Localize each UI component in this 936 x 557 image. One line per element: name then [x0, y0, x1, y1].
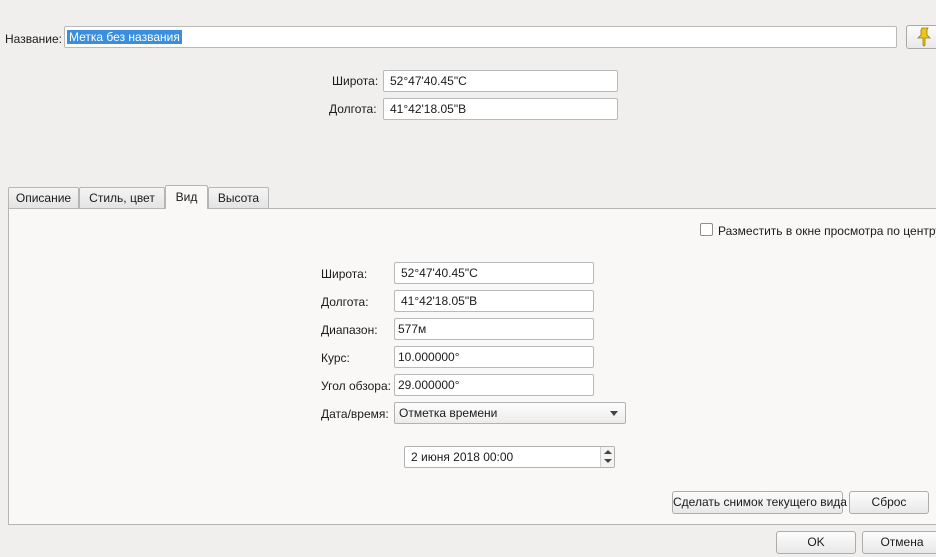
tab-view[interactable]: Вид — [165, 185, 208, 209]
view-longitude-label: Долгота: — [321, 295, 369, 309]
heading-input[interactable]: 10.000000° — [394, 346, 594, 368]
spin-up-icon[interactable] — [604, 450, 612, 454]
pushpin-icon — [917, 27, 931, 47]
name-input-text: Метка без названия — [67, 30, 182, 44]
range-input[interactable]: 577м — [394, 318, 594, 340]
tab-altitude[interactable]: Высота — [208, 187, 269, 209]
snapshot-button-label: Сделать снимок текущего вида — [673, 495, 847, 509]
spin-buttons[interactable] — [600, 447, 614, 467]
reset-button[interactable]: Сброс — [849, 491, 929, 514]
snapshot-button[interactable]: Сделать снимок текущего вида — [672, 491, 847, 514]
datetime-mode-value: Отметка времени — [399, 406, 498, 420]
header-longitude-value: 41°42'18.05"В — [390, 102, 467, 116]
tilt-label: Угол обзора: — [321, 379, 391, 393]
tab-altitude-label: Высота — [217, 191, 260, 205]
pin-button[interactable] — [906, 25, 936, 49]
header-latitude-value: 52°47'40.45"С — [390, 74, 467, 88]
spin-down-icon[interactable] — [604, 459, 612, 463]
tab-description-label: Описание — [15, 191, 72, 205]
tab-style-color-label: Стиль, цвет — [89, 191, 155, 205]
name-label: Название: — [5, 32, 62, 46]
header-latitude-label: Широта: — [332, 74, 379, 88]
header-latitude-input[interactable]: 52°47'40.45"С — [383, 70, 618, 92]
tab-view-label: Вид — [175, 190, 198, 204]
tilt-input[interactable]: 29.000000° — [394, 374, 594, 396]
tab-description[interactable]: Описание — [8, 187, 79, 209]
name-input[interactable]: Метка без названия — [64, 26, 897, 48]
center-checkbox-label: Разместить в окне просмотра по центру — [718, 224, 936, 238]
center-checkbox[interactable] — [700, 223, 713, 236]
datetime-spinbox[interactable]: 2 июня 2018 00:00 — [404, 446, 615, 468]
datetime-label: Дата/время: — [321, 407, 389, 421]
view-latitude-label: Широта: — [321, 267, 368, 281]
view-latitude-value: 52°47'40.45"С — [401, 266, 478, 280]
range-label: Диапазон: — [321, 323, 378, 337]
view-longitude-value: 41°42'18.05"В — [401, 294, 478, 308]
cancel-button[interactable]: Отмена — [862, 531, 936, 554]
heading-label: Курс: — [321, 351, 350, 365]
range-value: 577м — [398, 322, 427, 336]
header-longitude-label: Долгота: — [329, 102, 377, 116]
tab-style-color[interactable]: Стиль, цвет — [79, 187, 165, 209]
datetime-mode-select[interactable]: Отметка времени — [394, 402, 626, 424]
view-latitude-input[interactable]: 52°47'40.45"С — [394, 262, 594, 284]
heading-value: 10.000000° — [398, 350, 460, 364]
ok-button-label: OK — [807, 535, 825, 549]
header-longitude-input[interactable]: 41°42'18.05"В — [383, 98, 618, 120]
ok-button[interactable]: OK — [776, 531, 856, 554]
view-longitude-input[interactable]: 41°42'18.05"В — [394, 290, 594, 312]
tilt-value: 29.000000° — [398, 378, 460, 392]
reset-button-label: Сброс — [871, 495, 907, 509]
cancel-button-label: Отмена — [880, 535, 924, 549]
datetime-value: 2 июня 2018 00:00 — [411, 450, 514, 464]
chevron-down-icon — [610, 411, 618, 416]
